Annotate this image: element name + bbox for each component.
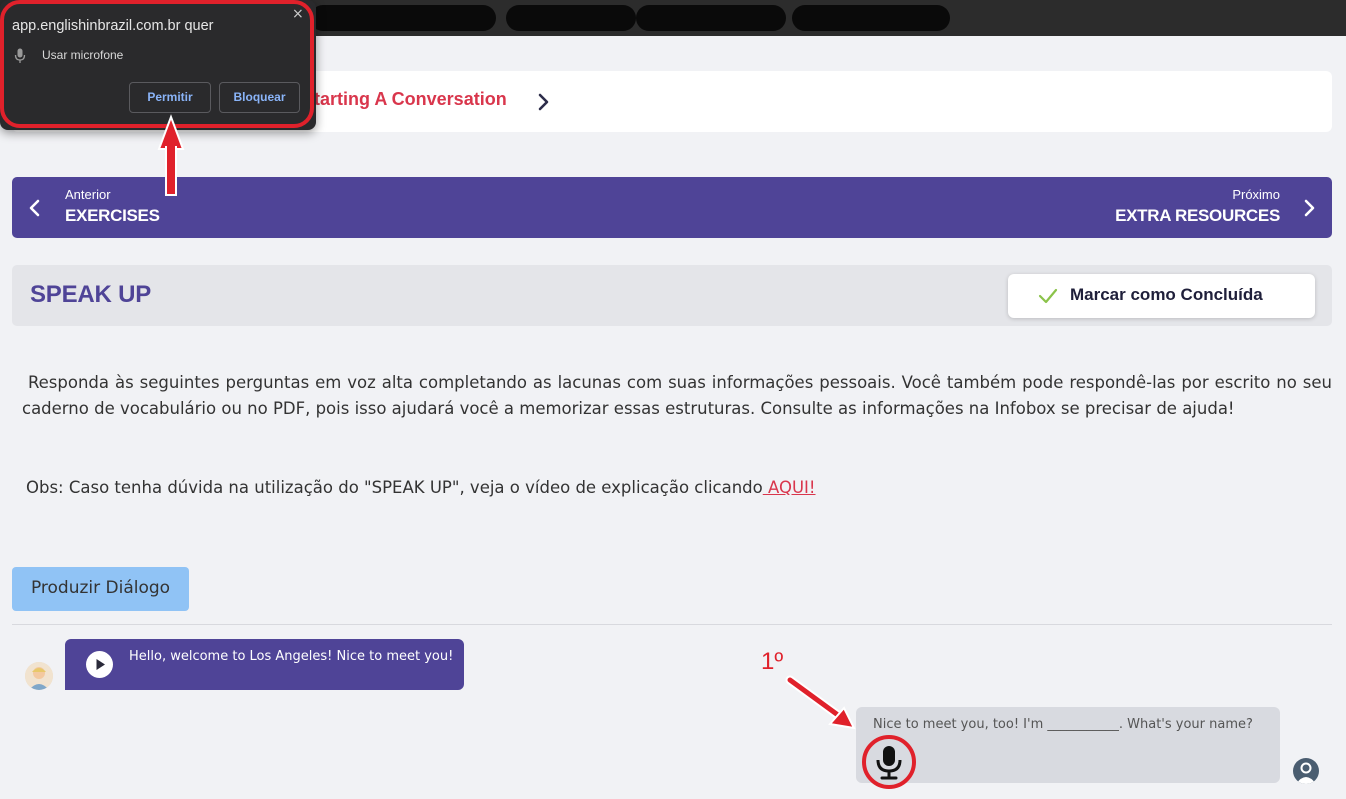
instructions-text: Responda às seguintes perguntas em voz a… (22, 370, 1332, 422)
obs-text: Obs: Caso tenha dúvida na utilização do … (26, 475, 1126, 501)
next-title: EXTRA RESOURCES (1115, 206, 1280, 225)
chevron-right-icon (1304, 199, 1315, 217)
play-icon (96, 659, 105, 670)
permission-title: app.englishinbrazil.com.br quer (12, 18, 214, 34)
annotation-arrow-icon (157, 114, 185, 196)
next-lesson-button[interactable]: Próximo EXTRA RESOURCES (1032, 177, 1332, 238)
annotation-arrow-icon (785, 675, 856, 730)
permission-request: Usar microfone (42, 48, 124, 62)
section-title: SPEAK UP (30, 281, 152, 308)
section-header: SPEAK UP Marcar como Concluída (12, 265, 1332, 326)
step-annotation: 1º (761, 648, 784, 675)
redacted-tab (506, 5, 636, 31)
allow-button[interactable]: Permitir (129, 82, 211, 113)
close-icon[interactable]: × (292, 6, 304, 22)
chevron-right-icon (538, 93, 549, 111)
previous-title: EXERCISES (65, 206, 160, 225)
mark-complete-button[interactable]: Marcar como Concluída (1008, 274, 1315, 318)
mark-complete-label: Marcar como Concluída (1070, 285, 1263, 304)
microphone-icon (876, 746, 902, 780)
message-text-left: Hello, welcome to Los Angeles! Nice to m… (129, 649, 454, 664)
lesson-title-link[interactable]: Starting A Conversation (302, 89, 507, 110)
user-avatar-icon (1296, 762, 1316, 784)
message-bubble-left: Hello, welcome to Los Angeles! Nice to m… (65, 639, 464, 690)
tutor-avatar (25, 662, 53, 690)
user-avatar-icon (25, 662, 53, 690)
message-text-right: Nice to meet you, too! I'm ___________. … (873, 717, 1253, 732)
previous-lesson-button[interactable]: Anterior EXERCISES (12, 177, 272, 238)
microphone-icon (14, 48, 26, 63)
instructions-body: Responda às seguintes perguntas em voz a… (22, 373, 1332, 418)
redacted-tab (636, 5, 786, 31)
play-audio-button[interactable] (86, 651, 113, 678)
check-icon (1038, 288, 1058, 304)
lesson-nav-bar: Anterior EXERCISES Próximo EXTRA RESOURC… (12, 177, 1332, 238)
redacted-tab (792, 5, 950, 31)
message-bubble-right: Nice to meet you, too! I'm ___________. … (856, 707, 1280, 789)
mic-permission-popup: × app.englishinbrazil.com.br quer Usar m… (0, 0, 316, 130)
obs-body: Obs: Caso tenha dúvida na utilização do … (26, 478, 763, 497)
chevron-left-icon (29, 199, 40, 217)
redacted-tab (310, 5, 496, 31)
student-avatar (1293, 758, 1319, 784)
block-button[interactable]: Bloquear (219, 82, 300, 113)
produce-dialog-button[interactable]: Produzir Diálogo (12, 567, 189, 611)
previous-caption: Anterior (65, 187, 111, 202)
next-caption: Próximo (1232, 187, 1280, 202)
record-mic-button[interactable] (862, 735, 916, 789)
help-video-link[interactable]: AQUI! (763, 478, 816, 497)
divider (12, 624, 1332, 625)
